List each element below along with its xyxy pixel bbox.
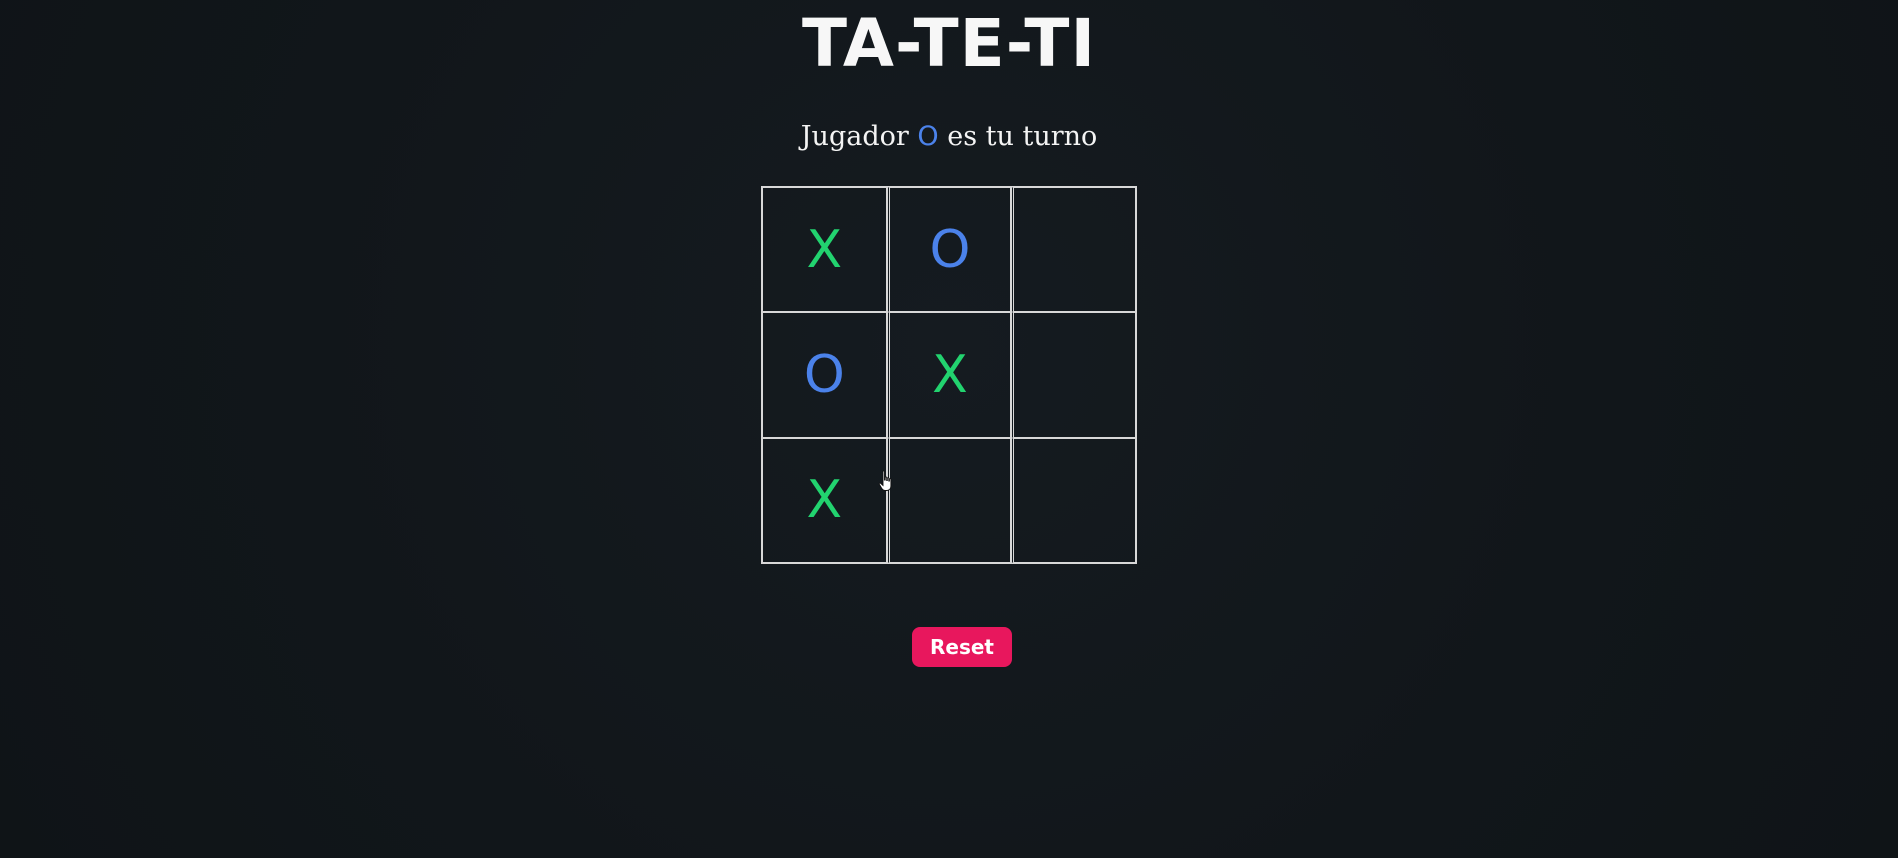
game-page: TA-TE-TI Jugador O es tu turno X O O X X… [0, 0, 1898, 858]
board-cell[interactable]: X [762, 437, 887, 563]
game-board: X O O X X [761, 186, 1137, 564]
board-cell[interactable] [886, 437, 1012, 563]
hand-cursor-icon [878, 470, 892, 491]
board-cell[interactable] [1011, 437, 1136, 563]
board-cell[interactable] [1011, 312, 1136, 438]
board-cell[interactable]: O [762, 312, 887, 438]
board-cell[interactable]: X [762, 187, 887, 313]
game-title: TA-TE-TI [801, 5, 1097, 82]
board-cell[interactable]: O [886, 187, 1012, 313]
turn-indicator: Jugador O es tu turno [0, 118, 1898, 156]
turn-suffix: es tu turno [947, 121, 1098, 152]
turn-prefix: Jugador [800, 121, 909, 152]
board-cell[interactable]: X [886, 312, 1012, 438]
reset-button[interactable]: Reset [912, 627, 1012, 667]
current-player: O [917, 121, 939, 152]
board-cell[interactable] [1011, 187, 1136, 313]
